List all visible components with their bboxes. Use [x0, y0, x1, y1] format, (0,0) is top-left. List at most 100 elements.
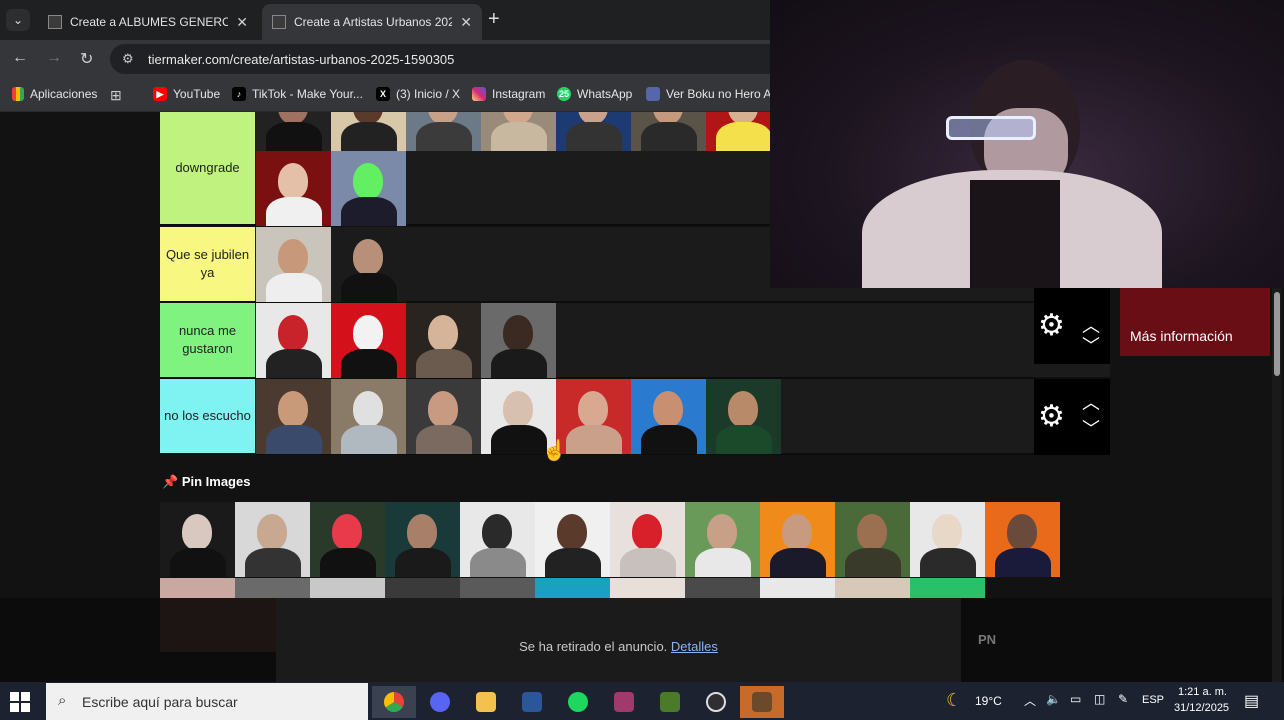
artist-image[interactable]: [706, 112, 771, 151]
artist-image[interactable]: [706, 379, 781, 454]
tier-label[interactable]: Que se jubilen ya: [160, 227, 255, 301]
artist-image[interactable]: [256, 303, 331, 378]
pin-image[interactable]: [610, 578, 685, 598]
forward-arrow-icon[interactable]: →: [46, 49, 62, 67]
pin-image[interactable]: [685, 578, 760, 598]
artist-image[interactable]: [556, 112, 631, 151]
more-info-button[interactable]: Más información: [1120, 288, 1270, 356]
speaker-icon[interactable]: 🔈: [1046, 692, 1061, 706]
discord-taskbar-button[interactable]: [418, 686, 462, 718]
gear-icon[interactable]: ⚙: [1038, 308, 1065, 343]
pin-image[interactable]: [535, 578, 610, 598]
artist-image[interactable]: [256, 227, 331, 302]
bookmark-x[interactable]: X (3) Inicio / X: [376, 87, 460, 101]
minecraft-taskbar-button[interactable]: [648, 686, 692, 718]
spotify-taskbar-button[interactable]: [556, 686, 600, 718]
pin-image[interactable]: [835, 578, 910, 598]
pin-image[interactable]: [235, 502, 310, 577]
word-taskbar-button[interactable]: [510, 686, 554, 718]
new-tab-icon[interactable]: +: [488, 8, 500, 31]
grass-block-icon: [752, 692, 772, 712]
page-scrollbar[interactable]: [1272, 288, 1282, 682]
pin-image[interactable]: [460, 502, 535, 577]
pin-image[interactable]: [835, 502, 910, 577]
pin-image[interactable]: [385, 578, 460, 598]
tiermaker-favicon-icon: [272, 15, 286, 29]
winrar-taskbar-button[interactable]: [602, 686, 646, 718]
ad-details-link[interactable]: Detalles: [671, 639, 718, 654]
pin-image[interactable]: [985, 502, 1060, 577]
artist-image[interactable]: [406, 303, 481, 378]
browser-tab[interactable]: Create a ALBUMES GENERO URBANO ✕: [38, 4, 258, 40]
pin-image[interactable]: [460, 578, 535, 598]
artist-image[interactable]: [406, 379, 481, 454]
artist-image[interactable]: [556, 379, 631, 454]
clock-time[interactable]: 1:21 a. m.: [1178, 686, 1227, 698]
pin-image[interactable]: [685, 502, 760, 577]
artist-image[interactable]: [631, 379, 706, 454]
artist-image[interactable]: [256, 379, 331, 454]
anime-icon: [646, 87, 660, 101]
artist-image[interactable]: [331, 227, 406, 302]
bookmark-youtube[interactable]: ▶ YouTube: [153, 87, 220, 101]
pin-image[interactable]: [235, 578, 310, 598]
obs-taskbar-button[interactable]: [694, 686, 738, 718]
chevron-up-icon[interactable]: ︿: [1024, 692, 1036, 709]
chevron-up-icon[interactable]: ︿: [1082, 389, 1100, 415]
chevron-down-icon[interactable]: ﹀: [1082, 332, 1100, 358]
bookmark-whatsapp[interactable]: 25 WhatsApp: [557, 87, 632, 101]
browser-tab-active[interactable]: Create a Artistas Urbanos 2025 ✕: [262, 4, 482, 40]
artist-image[interactable]: [256, 112, 331, 151]
scrollbar-thumb[interactable]: [1274, 292, 1280, 376]
pin-image[interactable]: [385, 502, 460, 577]
address-bar[interactable]: ⚙ tiermaker.com/create/artistas-urbanos-…: [110, 44, 790, 74]
artist-image[interactable]: [481, 112, 556, 151]
artist-image[interactable]: [331, 303, 406, 378]
close-tab-icon[interactable]: ✕: [236, 14, 248, 31]
minecraft-launcher-taskbar-button[interactable]: [740, 686, 784, 718]
site-info-icon[interactable]: ⚙: [122, 51, 134, 67]
reload-icon[interactable]: ↻: [80, 49, 93, 69]
network-icon[interactable]: ◫: [1094, 692, 1105, 706]
pin-image[interactable]: [910, 502, 985, 577]
pin-image[interactable]: [760, 502, 835, 577]
notifications-icon[interactable]: ▤: [1244, 691, 1259, 711]
pin-image[interactable]: [310, 502, 385, 577]
bookmark-instagram[interactable]: Instagram: [472, 87, 545, 101]
pin-image[interactable]: [535, 502, 610, 577]
artist-image[interactable]: [331, 112, 406, 151]
chevron-down-icon[interactable]: ﹀: [1082, 415, 1100, 441]
artist-image[interactable]: [256, 151, 331, 226]
artist-image[interactable]: [331, 151, 406, 226]
pin-image[interactable]: [910, 578, 985, 598]
gear-icon[interactable]: ⚙: [1038, 399, 1065, 434]
bookmark-tiktok[interactable]: ♪ TikTok - Make Your...: [232, 87, 363, 101]
artist-image[interactable]: [481, 303, 556, 378]
weather-temp[interactable]: 19°C: [975, 694, 1002, 708]
battery-icon[interactable]: ▭: [1070, 692, 1081, 706]
pin-image[interactable]: [160, 578, 235, 598]
artist-image[interactable]: [331, 379, 406, 454]
bookmark-grid[interactable]: ⊞: [110, 87, 122, 104]
pin-image[interactable]: [160, 502, 235, 577]
artist-image[interactable]: [631, 112, 706, 151]
bookmark-boku-no-hero[interactable]: Ver Boku no Hero A...: [646, 87, 781, 101]
pin-image[interactable]: [760, 578, 835, 598]
tier-label[interactable]: no los escucho: [160, 379, 255, 453]
tab-search-button[interactable]: ⌄: [6, 9, 30, 31]
explorer-taskbar-button[interactable]: [464, 686, 508, 718]
close-tab-icon[interactable]: ✕: [460, 14, 472, 31]
windows-start-icon[interactable]: [10, 692, 30, 712]
artist-image[interactable]: [406, 112, 481, 151]
clock-date[interactable]: 31/12/2025: [1174, 702, 1229, 714]
chrome-taskbar-button[interactable]: [372, 686, 416, 718]
back-arrow-icon[interactable]: ←: [12, 49, 28, 67]
language-indicator[interactable]: ESP: [1142, 694, 1164, 706]
tier-label[interactable]: nunca me gustaron: [160, 303, 255, 377]
pin-image[interactable]: [310, 578, 385, 598]
taskbar-search-box[interactable]: ⌕ Escribe aquí para buscar: [46, 683, 368, 720]
pen-icon[interactable]: ✎: [1118, 692, 1128, 706]
tier-label[interactable]: downgrade: [160, 112, 255, 224]
bookmark-apps[interactable]: Aplicaciones: [12, 87, 97, 101]
pin-image[interactable]: [610, 502, 685, 577]
